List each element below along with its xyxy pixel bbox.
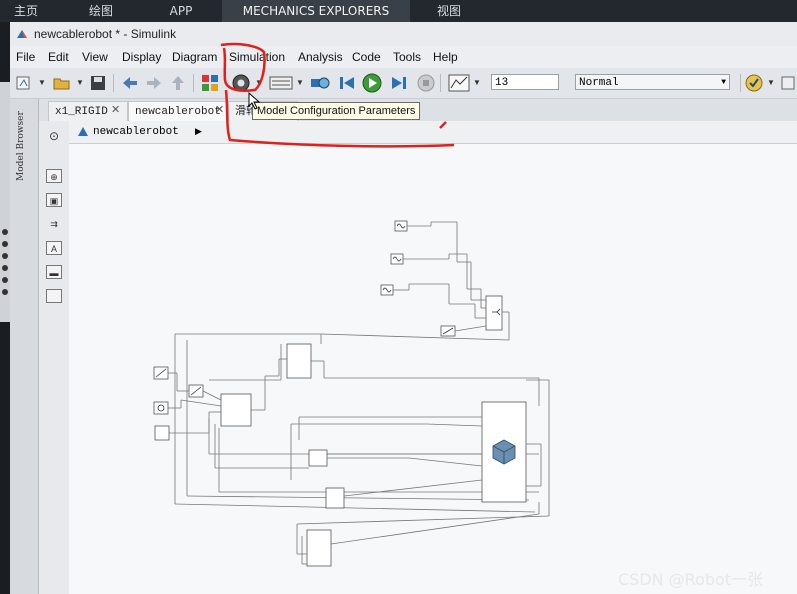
toolbar-separator	[440, 74, 441, 92]
chevron-down-icon[interactable]: ▼	[38, 78, 46, 87]
menu-view[interactable]: View	[82, 46, 108, 68]
toolbar-more-icon[interactable]	[778, 73, 797, 93]
breadcrumb: newcablerobot ▶	[69, 121, 797, 144]
gain-block[interactable]	[153, 366, 169, 380]
model-advisor-icon[interactable]	[744, 73, 764, 93]
step-forward-icon[interactable]	[389, 73, 409, 93]
menu-help[interactable]: Help	[433, 46, 458, 68]
subsystem-block[interactable]	[220, 393, 252, 427]
save-icon[interactable]	[88, 73, 108, 93]
model-icon	[77, 121, 89, 143]
up-arrow-icon[interactable]	[168, 73, 188, 93]
simulink-diagram-canvas[interactable]	[69, 144, 797, 594]
menu-tools[interactable]: Tools	[393, 46, 421, 68]
menu-diagram[interactable]: Diagram	[172, 46, 217, 68]
chevron-down-icon: ▼	[721, 78, 726, 87]
chevron-down-icon[interactable]: ▼	[76, 78, 84, 87]
sine-source-block[interactable]	[394, 220, 408, 232]
stop-icon[interactable]	[416, 73, 436, 93]
stop-time-input[interactable]: 13	[491, 74, 559, 90]
subsystem-block[interactable]	[306, 529, 332, 567]
menu-display[interactable]: Display	[122, 46, 161, 68]
data-inspector-icon[interactable]	[308, 73, 332, 93]
model-configuration-parameters-icon[interactable]	[231, 73, 251, 93]
simulation-mode-value: Normal	[579, 77, 619, 89]
background-window-edge	[0, 82, 10, 322]
library-browser-icon[interactable]	[200, 73, 220, 93]
csdn-watermark: CSDN @Robot一张	[618, 570, 764, 589]
zoom-icon[interactable]: ⊕	[46, 169, 62, 183]
annotation-icon[interactable]: A	[46, 241, 62, 255]
menu-code[interactable]: Code	[352, 46, 381, 68]
menu-edit[interactable]: Edit	[48, 46, 69, 68]
chevron-down-icon[interactable]: ▼	[296, 78, 304, 87]
top-tab-mechanics-explorers[interactable]: MECHANICS EXPLORERS	[222, 0, 410, 22]
back-arrow-icon[interactable]	[120, 73, 140, 93]
subsystem-block[interactable]	[308, 449, 328, 467]
step-source-block[interactable]	[153, 401, 169, 415]
subsystem-block[interactable]	[286, 343, 312, 379]
image-icon[interactable]: ▬	[46, 265, 62, 279]
menu-analysis[interactable]: Analysis	[298, 46, 343, 68]
mux-block[interactable]	[485, 295, 503, 331]
menu-file[interactable]: File	[16, 46, 35, 68]
tab-label: newcablerobot	[135, 106, 221, 118]
chevron-right-icon[interactable]: ▶	[195, 121, 202, 143]
tab-label: x1_RIGID	[55, 106, 108, 118]
chevron-down-icon[interactable]: ▼	[255, 78, 263, 87]
breadcrumb-model-name[interactable]: newcablerobot	[93, 121, 179, 143]
chevron-down-icon[interactable]: ▼	[767, 78, 775, 87]
top-tab-home[interactable]: 主页	[0, 0, 52, 22]
sine-source-block[interactable]	[390, 253, 404, 265]
new-model-icon[interactable]	[14, 73, 34, 93]
gain-block[interactable]	[188, 384, 204, 398]
toolbar-separator	[193, 74, 194, 92]
simulation-data-icon[interactable]	[447, 73, 471, 93]
model-browser-strip[interactable]: Model Browser	[10, 99, 39, 594]
forward-arrow-icon[interactable]	[144, 73, 164, 93]
simulink-window: newcablerobot * - Simulink File Edit Vie…	[10, 22, 797, 594]
model-explorer-icon[interactable]	[268, 73, 294, 93]
editor-palette: ⊙ ⊕ ▣ ⇉ A ▬	[39, 121, 70, 594]
arrow-icon[interactable]: ⇉	[46, 217, 62, 231]
window-title: newcablerobot * - Simulink	[34, 27, 177, 41]
fit-to-view-icon[interactable]: ▣	[46, 193, 62, 207]
tab-newcablerobot[interactable]: newcablerobot	[128, 101, 228, 121]
rigid-body-block[interactable]	[481, 401, 527, 503]
app-top-tab-bar: 主页 绘图 APP MECHANICS EXPLORERS 视图	[0, 0, 797, 22]
close-icon[interactable]: ✕	[111, 103, 120, 117]
hide-show-browser-icon[interactable]: ⊙	[46, 129, 62, 143]
close-icon[interactable]: ✕	[215, 103, 224, 117]
run-icon[interactable]	[362, 73, 382, 93]
toolbar-separator	[740, 74, 741, 92]
model-browser-label: Model Browser	[16, 111, 26, 181]
toolbar-separator	[113, 74, 114, 92]
chevron-down-icon[interactable]: ▼	[473, 78, 481, 87]
top-tab-view[interactable]: 视图	[418, 0, 480, 22]
open-folder-icon[interactable]	[52, 73, 72, 93]
menu-simulation[interactable]: Simulation	[229, 46, 285, 68]
area-icon[interactable]	[46, 289, 62, 303]
top-tab-plots[interactable]: 绘图	[70, 0, 132, 22]
constant-block[interactable]	[154, 425, 170, 441]
simulink-app-icon	[17, 30, 27, 38]
simulink-toolbar: ▼ ▼ ▼ ▼ ▼ 13 Normal ▼ ▼	[10, 68, 797, 99]
sine-source-block[interactable]	[380, 284, 394, 296]
mouse-cursor-icon	[248, 92, 261, 110]
gain-block[interactable]	[440, 325, 456, 337]
simulation-mode-select[interactable]: Normal ▼	[575, 74, 730, 90]
subsystem-block[interactable]	[325, 487, 345, 509]
window-titlebar: newcablerobot * - Simulink	[10, 22, 797, 46]
menu-bar: File Edit View Display Diagram Simulatio…	[10, 46, 797, 68]
tooltip-model-configuration: Model Configuration Parameters	[252, 102, 421, 120]
step-back-icon[interactable]	[337, 73, 357, 93]
top-tab-apps[interactable]: APP	[150, 0, 212, 22]
